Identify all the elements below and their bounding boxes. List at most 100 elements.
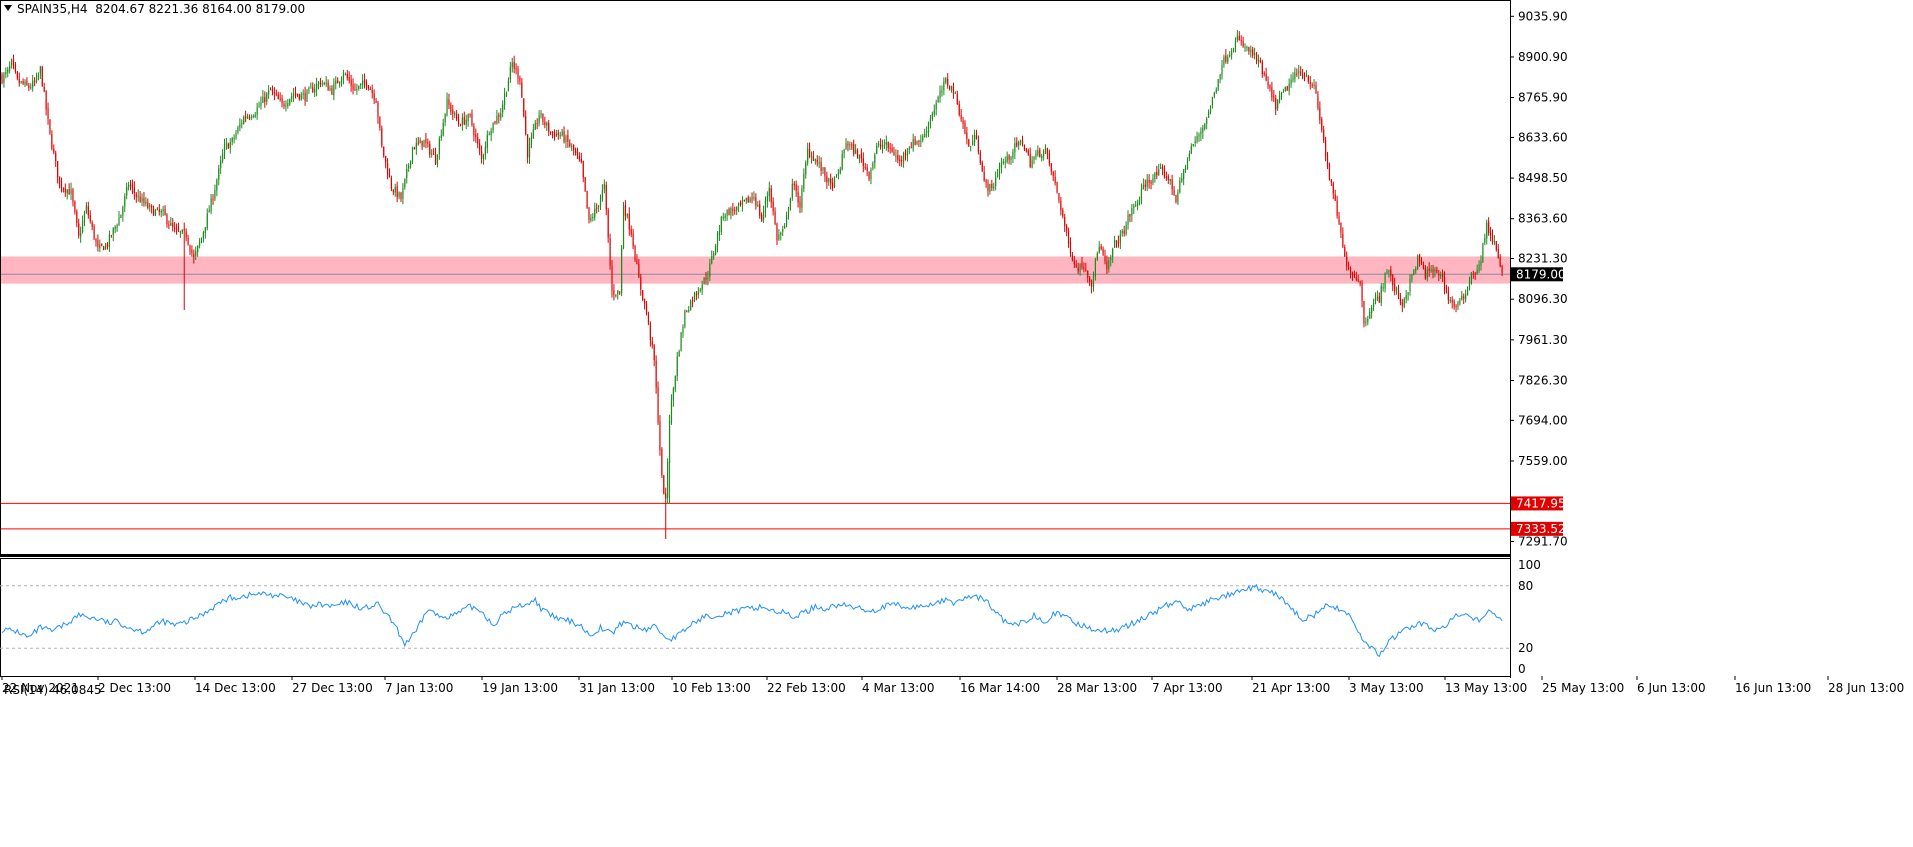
candle (1390, 265, 1392, 282)
candle (1200, 127, 1202, 141)
rsi-axis-label: 0 (1518, 662, 1526, 676)
candle (1361, 280, 1363, 308)
candle-body (37, 74, 40, 78)
candle (784, 223, 786, 229)
candle (1307, 74, 1309, 84)
candle (883, 139, 886, 149)
candle-body (164, 209, 166, 215)
time-tick-label: 19 Jan 13:00 (482, 681, 558, 695)
candle (1181, 173, 1183, 183)
candle-body (812, 156, 815, 161)
candle (294, 86, 297, 99)
candle (1217, 78, 1219, 92)
candle-body (1183, 169, 1185, 180)
candle-body (1344, 247, 1346, 257)
candle-body (1422, 265, 1425, 269)
candle (985, 178, 987, 188)
candle (1090, 279, 1093, 294)
candle (1257, 54, 1260, 68)
candle (321, 80, 323, 87)
candle (956, 90, 958, 105)
candle (812, 150, 815, 161)
candle (1261, 59, 1263, 78)
candle (287, 99, 289, 109)
candle-body (471, 113, 473, 125)
candle (1284, 86, 1286, 92)
candle-body (1401, 302, 1403, 306)
candle-body (904, 153, 907, 155)
candle (592, 213, 594, 222)
candle (805, 160, 807, 179)
candle (1315, 81, 1317, 94)
candle (697, 287, 699, 299)
candle (1330, 179, 1332, 186)
candle (220, 155, 222, 174)
candle (1048, 149, 1050, 167)
candle (1223, 54, 1225, 68)
candle-body (657, 386, 659, 423)
candle (548, 119, 550, 137)
candle-body (120, 214, 122, 219)
candle-body (933, 110, 935, 115)
candle-body (139, 196, 141, 203)
candle-body (1021, 141, 1024, 144)
candle-body (876, 145, 878, 154)
candle-body (124, 196, 126, 207)
candle-body (1269, 85, 1271, 89)
candle-body (1225, 55, 1227, 62)
candle-body (511, 62, 513, 68)
candle (778, 229, 780, 241)
candle (1123, 225, 1125, 237)
candle (895, 149, 897, 163)
candle-body (1455, 305, 1457, 308)
candle-body (1094, 259, 1097, 277)
candle (736, 206, 738, 216)
candle-body (922, 136, 924, 140)
candle-body (778, 234, 780, 240)
candle (1453, 299, 1455, 310)
candle (949, 85, 951, 91)
candle (371, 84, 373, 99)
candle (254, 111, 256, 119)
candle-body (981, 162, 983, 172)
price-tick-label: 9035.90 (1518, 9, 1568, 23)
candle-body (294, 93, 297, 95)
candle (667, 458, 669, 504)
candle (569, 139, 571, 148)
candle-body (584, 177, 586, 192)
candle (551, 131, 554, 139)
rsi-value: 46.0845 (51, 683, 102, 697)
candle-body (820, 162, 822, 171)
candle-body (791, 184, 793, 198)
candle-body (1323, 129, 1325, 141)
candle-body (408, 165, 410, 169)
candle-body (335, 80, 337, 84)
time-tick-label: 22 Feb 13:00 (767, 681, 846, 695)
candle-body (795, 184, 797, 191)
candle-body (741, 200, 744, 205)
candle-body (739, 202, 742, 205)
candle (68, 183, 70, 195)
candle (567, 129, 569, 148)
candle (1443, 271, 1446, 295)
candle-body (452, 110, 454, 114)
candle (734, 206, 736, 215)
candle-body (246, 116, 249, 119)
candle (325, 76, 327, 87)
chart-canvas[interactable]: 9035.908900.908765.908633.608498.508363.… (0, 0, 1913, 847)
candle-body (762, 211, 765, 220)
candle (1438, 270, 1440, 282)
candle-body (1284, 86, 1286, 92)
candle (576, 147, 579, 160)
candle (563, 126, 565, 144)
candle-body (264, 97, 266, 102)
candle-body (642, 290, 644, 300)
candle (179, 230, 181, 238)
candle (878, 141, 880, 148)
time-tick-label: 2 Dec 13:00 (98, 681, 171, 695)
candle-body (891, 147, 893, 153)
candle (868, 171, 870, 182)
candle-body (20, 81, 22, 83)
candle (129, 180, 132, 191)
candle-body (233, 137, 235, 139)
